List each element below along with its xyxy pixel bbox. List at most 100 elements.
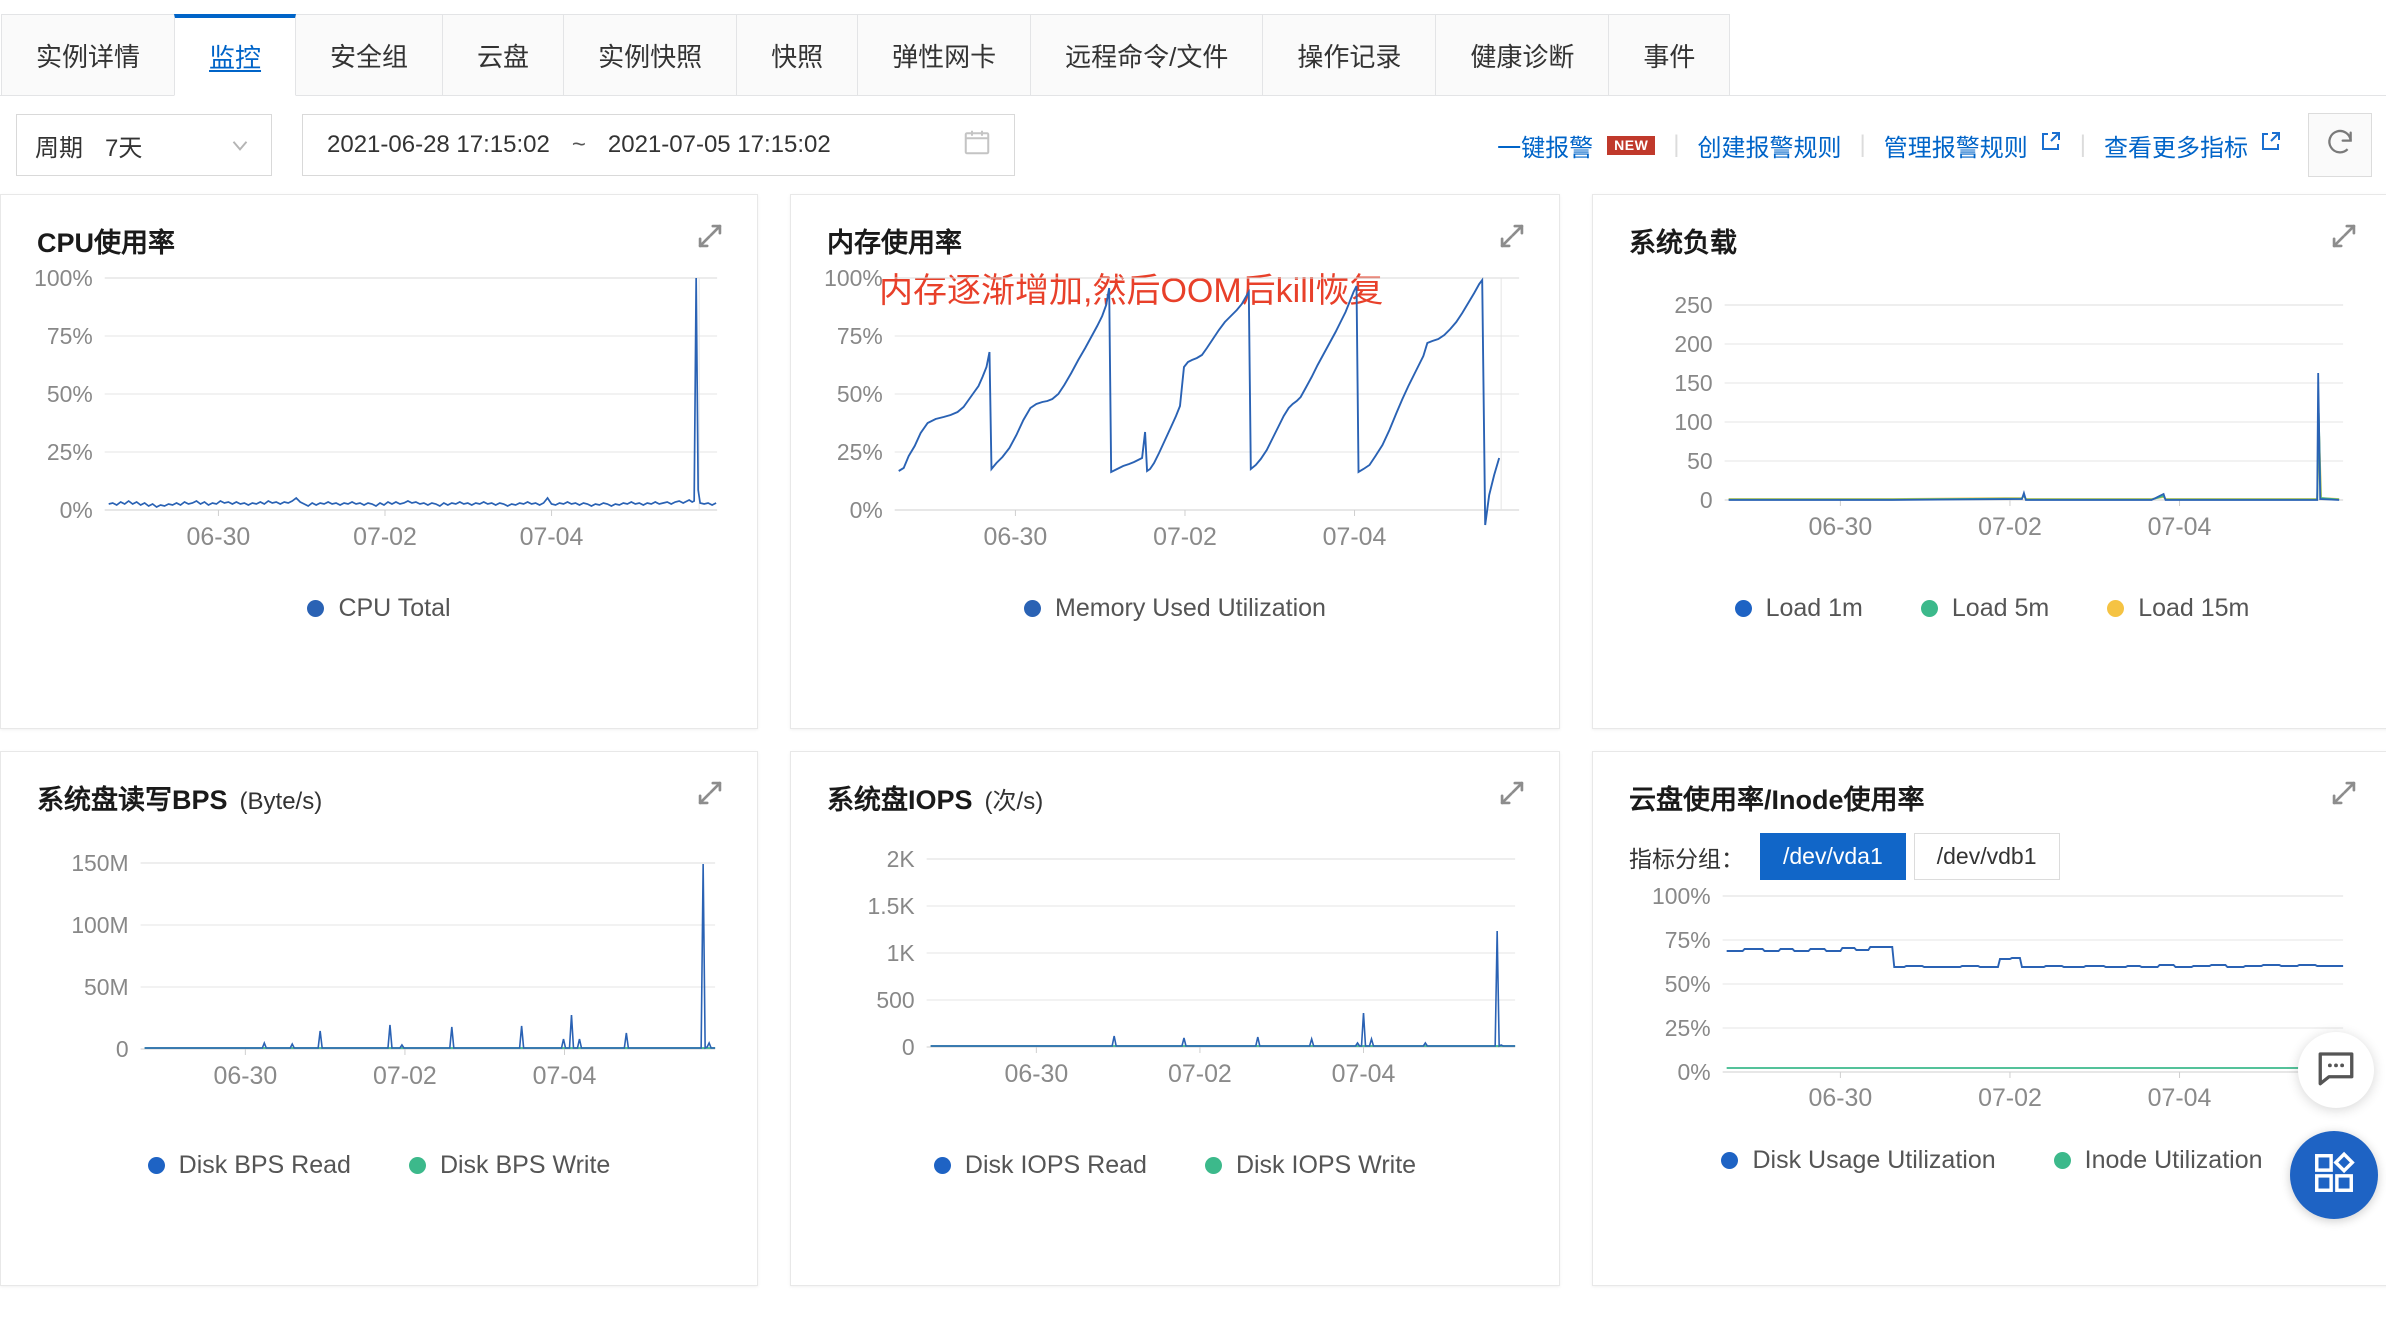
- tab-label: 健康诊断: [1470, 41, 1575, 72]
- svg-text:07-02: 07-02: [353, 523, 417, 551]
- legend-color-dot: [1920, 600, 1938, 617]
- legend-item[interactable]: Disk IOPS Write: [1204, 1151, 1416, 1180]
- legend-label: Memory Used Utilization: [1055, 594, 1326, 622]
- legend-color-dot: [307, 600, 325, 617]
- legend-item[interactable]: Memory Used Utilization: [1024, 594, 1326, 623]
- svg-text:1.5K: 1.5K: [867, 893, 915, 919]
- card-system-load: 系统负载 250 200 150 100 50 0 06-30 07-02 07…: [1592, 194, 2386, 729]
- svg-text:07-04: 07-04: [2148, 513, 2212, 541]
- chevron-down-icon: [227, 132, 253, 158]
- legend-item[interactable]: Disk IOPS Read: [933, 1151, 1147, 1180]
- legend-color-dot: [2053, 1152, 2071, 1170]
- tab-monitoring[interactable]: 监控: [174, 14, 297, 96]
- chat-support-button[interactable]: [2298, 1032, 2374, 1108]
- legend-color-dot: [1721, 1152, 1739, 1170]
- svg-text:07-04: 07-04: [520, 523, 584, 551]
- create-alarm-rule-link[interactable]: 创建报警规则: [1698, 128, 1842, 163]
- card-title-text: 内存使用率: [827, 228, 962, 258]
- refresh-icon: [2324, 126, 2356, 165]
- legend-item[interactable]: Load 1m: [1734, 594, 1863, 623]
- svg-text:500: 500: [876, 987, 914, 1013]
- tab-instance-snapshot[interactable]: 实例快照: [563, 14, 738, 96]
- expand-icon[interactable]: [1495, 776, 1529, 810]
- svg-text:07-02: 07-02: [373, 1062, 437, 1090]
- expand-icon[interactable]: [2327, 776, 2361, 810]
- card-title: 系统盘读写BPS (Byte/s): [1, 778, 757, 817]
- legend-color-dot: [408, 1157, 426, 1174]
- legend-label: Load 1m: [1765, 594, 1863, 622]
- card-title: 系统负载: [1593, 221, 2386, 260]
- legend-label: CPU Total: [338, 594, 451, 622]
- svg-text:06-30: 06-30: [1004, 1060, 1068, 1088]
- svg-text:06-30: 06-30: [213, 1062, 277, 1090]
- one-click-alarm-link[interactable]: 一键报警 NEW: [1497, 128, 1656, 163]
- legend-item[interactable]: Load 15m: [2107, 594, 2249, 623]
- apps-launcher-button[interactable]: [2290, 1131, 2378, 1219]
- legend-label: Inode Utilization: [2084, 1146, 2263, 1175]
- refresh-button[interactable]: [2308, 113, 2372, 177]
- svg-text:50: 50: [1687, 448, 1713, 474]
- metric-group-selector: 指标分组： /dev/vda1 /dev/vdb1: [1593, 833, 2386, 881]
- expand-icon[interactable]: [1495, 219, 1529, 253]
- svg-text:06-30: 06-30: [187, 523, 251, 551]
- view-more-metrics-label: 查看更多指标: [2104, 134, 2248, 162]
- tab-instance-detail[interactable]: 实例详情: [1, 14, 176, 96]
- filter-toolbar: 周期 7天 2021-06-28 17:15:02 ~ 2021-07-05 1…: [0, 96, 2386, 194]
- legend-item[interactable]: Load 5m: [1920, 594, 2049, 623]
- chart-legend: Memory Used Utilization: [791, 594, 1559, 623]
- expand-icon[interactable]: [693, 219, 727, 253]
- svg-text:25%: 25%: [1665, 1015, 1711, 1041]
- svg-text:75%: 75%: [47, 323, 93, 349]
- card-title: 云盘使用率/Inode使用率: [1593, 778, 2386, 817]
- tab-elastic-nic[interactable]: 弹性网卡: [857, 14, 1032, 96]
- chart-canvas: 2K 1.5K 1K 500 0 06-30 07-02 07-04: [791, 817, 1559, 1147]
- legend-item[interactable]: CPU Total: [307, 594, 451, 623]
- card-disk-inode-utilization: 云盘使用率/Inode使用率 指标分组： /dev/vda1 /dev/vdb1…: [1592, 751, 2386, 1286]
- tab-label: 远程命令/文件: [1065, 41, 1229, 72]
- new-badge: NEW: [1607, 135, 1656, 155]
- chart-legend: Disk BPS Read Disk BPS Write: [1, 1151, 757, 1180]
- tab-operation-log[interactable]: 操作记录: [1262, 14, 1437, 96]
- metric-group-vdb1-button[interactable]: /dev/vdb1: [1913, 833, 2060, 881]
- tab-label: 实例快照: [598, 41, 703, 72]
- tab-security-group[interactable]: 安全组: [295, 14, 444, 96]
- legend-label: Disk IOPS Read: [964, 1151, 1147, 1179]
- create-alarm-rule-label: 创建报警规则: [1697, 134, 1842, 162]
- card-title-unit: (Byte/s): [239, 788, 323, 815]
- metric-card-grid: CPU使用率 100% 75% 50% 25% 0% 06-30 07-02 0…: [0, 194, 2386, 1286]
- tab-label: 云盘: [477, 41, 530, 72]
- tab-events[interactable]: 事件: [1608, 14, 1731, 96]
- legend-item[interactable]: Disk BPS Write: [408, 1151, 610, 1180]
- metric-group-label: 指标分组：: [1629, 845, 1744, 872]
- legend-color-dot: [1204, 1157, 1222, 1174]
- range-separator: ~: [571, 131, 586, 158]
- tab-cloud-disk[interactable]: 云盘: [442, 14, 565, 96]
- period-select[interactable]: 周期 7天: [16, 114, 272, 176]
- legend-item[interactable]: Disk Usage Utilization: [1721, 1146, 1996, 1175]
- svg-text:75%: 75%: [837, 323, 883, 349]
- date-range-picker[interactable]: 2021-06-28 17:15:02 ~ 2021-07-05 17:15:0…: [302, 114, 1015, 176]
- manage-alarm-rule-link[interactable]: 管理报警规则: [1884, 128, 2062, 163]
- range-end-value: 2021-07-05 17:15:02: [607, 131, 831, 158]
- card-title: CPU使用率: [1, 221, 757, 260]
- tab-health-diagnosis[interactable]: 健康诊断: [1435, 14, 1610, 96]
- legend-item[interactable]: Disk BPS Read: [147, 1151, 351, 1180]
- tab-snapshot[interactable]: 快照: [736, 14, 859, 96]
- metric-group-vda1-button[interactable]: /dev/vda1: [1760, 833, 1906, 881]
- tab-remote-command-file[interactable]: 远程命令/文件: [1030, 14, 1264, 96]
- view-more-metrics-link[interactable]: 查看更多指标: [2104, 128, 2282, 163]
- legend-color-dot: [1024, 600, 1042, 617]
- svg-text:50%: 50%: [47, 381, 93, 407]
- expand-icon[interactable]: [693, 776, 727, 810]
- tab-bar: 实例详情 监控 安全组 云盘 实例快照 快照 弹性网卡 远程命令/文件 操作记录…: [0, 0, 2386, 96]
- svg-text:07-04: 07-04: [533, 1062, 597, 1090]
- tab-label: 实例详情: [36, 41, 141, 72]
- legend-item[interactable]: Inode Utilization: [2053, 1146, 2263, 1175]
- svg-text:07-02: 07-02: [1978, 1084, 2042, 1112]
- tab-label: 弹性网卡: [892, 41, 997, 72]
- external-link-icon: [2258, 130, 2282, 161]
- chart-legend: CPU Total: [1, 594, 757, 623]
- svg-text:100%: 100%: [824, 265, 883, 291]
- svg-text:0: 0: [902, 1034, 915, 1060]
- expand-icon[interactable]: [2327, 219, 2361, 253]
